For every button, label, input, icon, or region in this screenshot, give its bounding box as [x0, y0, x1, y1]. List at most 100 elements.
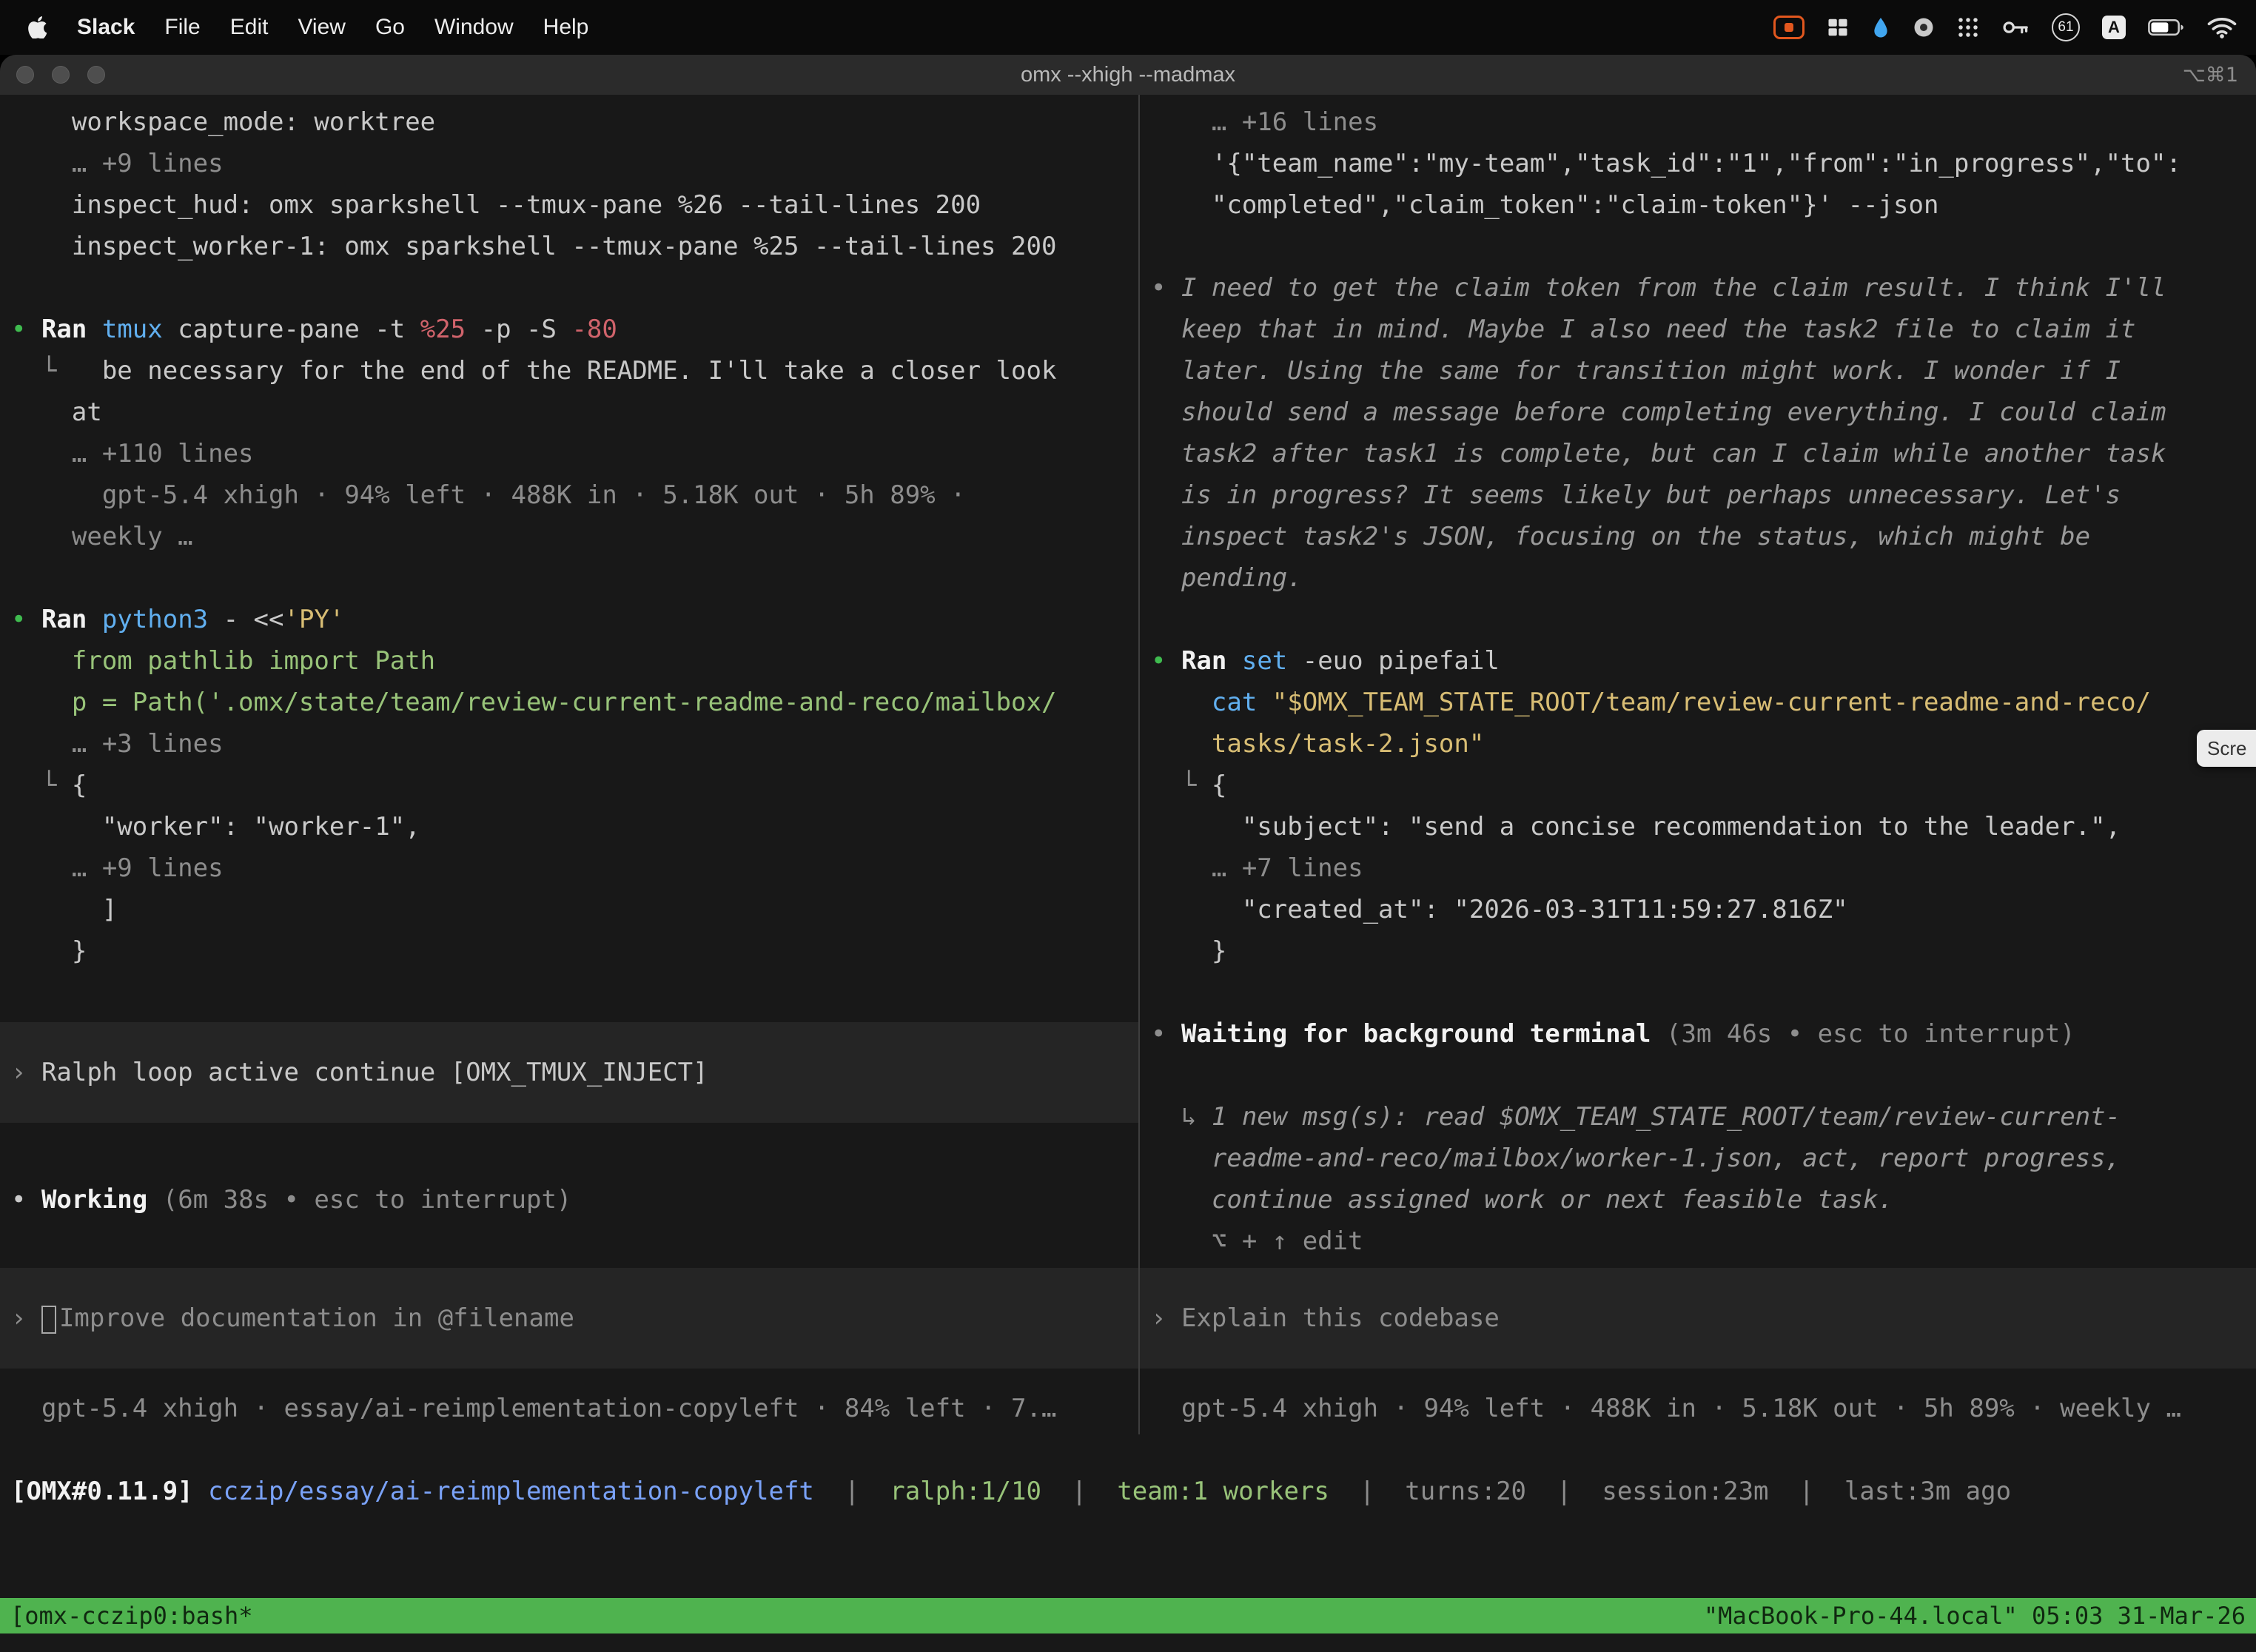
app-menu-slack[interactable]: Slack: [77, 15, 135, 40]
macos-menu-bar: Slack File Edit View Go Window Help: [0, 0, 2256, 55]
text-segment: pending.: [1181, 563, 1303, 593]
prompt-input[interactable]: › Improve documentation in @filename: [0, 1268, 1138, 1369]
text-segment: }: [72, 936, 87, 966]
menu-window[interactable]: Window: [434, 15, 514, 40]
text-segment: "completed","claim_token":"claim-token"}…: [1212, 190, 1939, 220]
screen-recording-indicator[interactable]: [1773, 16, 1805, 39]
blank-line: [0, 557, 1138, 599]
terminal-line: ↳ 1 new msg(s): read $OMX_TEAM_STATE_ROO…: [1140, 1096, 2256, 1138]
text-segment: •: [1151, 646, 1181, 676]
terminal-line: • Ran tmux capture-pane -t %25 -p -S -80: [0, 309, 1138, 350]
text-segment: •: [11, 605, 41, 634]
text-segment: python3: [102, 605, 208, 634]
blank-line: [1140, 599, 2256, 640]
menu-file[interactable]: File: [164, 15, 200, 40]
battery-icon[interactable]: [2148, 17, 2185, 38]
menu-help[interactable]: Help: [543, 15, 589, 40]
text-segment: p = Path('.omx/state/team/review-current…: [72, 688, 1057, 717]
text-segment: readme-and-reco/mailbox/worker-1.json, a…: [1212, 1144, 2121, 1173]
terminal-line: ⌥ + ↑ edit: [1140, 1220, 2256, 1262]
terminal-line: should send a message before completing …: [1140, 392, 2256, 433]
traffic-lights: [0, 66, 105, 84]
terminal-line: ]: [0, 889, 1138, 930]
terminal-line: └ {: [1140, 765, 2256, 806]
text-segment: Ran: [41, 605, 102, 634]
terminal-line: from pathlib import Path: [0, 640, 1138, 682]
text-segment: … +110 lines: [72, 439, 254, 469]
terminal-line: keep that in mind. Maybe I also need the…: [1140, 309, 2256, 350]
menu-edit[interactable]: Edit: [230, 15, 269, 40]
wifi-icon[interactable]: [2207, 16, 2237, 38]
screen-tooltip-text: Scre: [2207, 737, 2246, 760]
zoom-button[interactable]: [87, 66, 105, 84]
text-segment: ›: [1151, 1303, 1181, 1333]
menu-view[interactable]: View: [298, 15, 345, 40]
menubar-status-items: 61 A: [1773, 13, 2256, 41]
text-segment: later. Using the same for transition mig…: [1181, 356, 2121, 386]
text-segment: | turns:20 | session:23m | last:3m ago: [1329, 1477, 2011, 1506]
menu-go[interactable]: Go: [375, 15, 405, 40]
terminal-line: • Ran python3 - <<'PY': [0, 599, 1138, 640]
window-tiling-icon[interactable]: [1827, 16, 1849, 38]
text-segment: ]: [102, 895, 117, 924]
terminal-line: "worker": "worker-1",: [0, 806, 1138, 847]
tmux-host-clock: "MacBook-Pro-44.local" 05:03 31-Mar-26: [1704, 1598, 2246, 1633]
text-segment: gpt-5.4 xhigh · 94% left · 488K in · 5.1…: [1181, 1394, 2181, 1423]
droplet-icon[interactable]: [1871, 16, 1890, 39]
terminal-line: tasks/task-2.json": [1140, 723, 2256, 765]
text-segment: ralph:1/10: [890, 1477, 1041, 1506]
terminal-line: gpt-5.4 xhigh · 94% left · 488K in · 5.1…: [0, 474, 1138, 516]
battery-percent-badge[interactable]: 61: [2052, 13, 2080, 41]
terminal-line: • Ran set -euo pipefail: [1140, 640, 2256, 682]
key-icon[interactable]: [2001, 16, 2030, 38]
terminal-window: omx --xhigh --madmax ⌥⌘1 workspace_mode:…: [0, 55, 2256, 1652]
prompt-input[interactable]: › Explain this codebase: [1140, 1268, 2256, 1369]
text-segment: "$OMX_TEAM_STATE_ROOT/team/review-curren…: [1272, 688, 2151, 717]
terminal-line: '{"team_name":"my-team","task_id":"1","f…: [1140, 143, 2256, 184]
close-button[interactable]: [16, 66, 34, 84]
text-segment: Explain this codebase: [1181, 1303, 1500, 1333]
terminal-line: gpt-5.4 xhigh · essay/ai-reimplementatio…: [0, 1388, 1138, 1429]
text-segment: cczip/essay/ai-reimplementation-copyleft: [208, 1477, 814, 1506]
terminal-line: }: [0, 930, 1138, 972]
dots-grid-icon[interactable]: [1957, 16, 1979, 38]
text-segment: inspect task2's JSON, focusing on the st…: [1181, 522, 2090, 551]
text-segment: {: [72, 770, 87, 800]
queued-message: › Ralph loop active continue [OMX_TMUX_I…: [0, 1022, 1138, 1123]
terminal-line: … +9 lines: [0, 847, 1138, 889]
terminal-line: weekly …: [0, 516, 1138, 557]
text-segment: I need to get the claim token from the c…: [1181, 273, 2166, 303]
terminal-line: • Working (6m 38s • esc to interrupt): [0, 1179, 1138, 1220]
terminal-line: at: [0, 392, 1138, 433]
text-segment: ›: [11, 1303, 41, 1333]
apple-menu-icon[interactable]: [28, 16, 47, 38]
terminal-line: }: [1140, 930, 2256, 972]
omx-session-status-line: [OMX#0.11.9] cczip/essay/ai-reimplementa…: [0, 1471, 2256, 1512]
window-title: omx --xhigh --madmax: [0, 63, 2256, 87]
window-titlebar[interactable]: omx --xhigh --madmax ⌥⌘1: [0, 55, 2256, 95]
text-segment: … +16 lines: [1212, 107, 1378, 137]
text-segment: Ralph loop active continue [OMX_TMUX_INJ…: [41, 1058, 708, 1087]
terminal-line: inspect_hud: omx sparkshell --tmux-pane …: [0, 184, 1138, 226]
terminal-line: inspect_worker-1: omx sparkshell --tmux-…: [0, 226, 1138, 267]
text-segment: Working: [41, 1185, 163, 1215]
text-segment: '{"team_name":"my-team","task_id":"1","f…: [1212, 149, 2181, 178]
terminal-line: continue assigned work or next feasible …: [1140, 1179, 2256, 1220]
tmux-session-window: [omx-cczip0:bash*: [10, 1598, 253, 1633]
text-segment: •: [1151, 1019, 1181, 1049]
terminal-pane-left[interactable]: workspace_mode: worktree… +9 linesinspec…: [0, 95, 1140, 1434]
text-segment: "created_at": "2026-03-31T11:59:27.816Z": [1242, 895, 1848, 924]
terminal-pane-right[interactable]: … +16 lines '{"team_name":"my-team","task…: [1140, 95, 2256, 1434]
text-segment: Improve documentation in @filename: [59, 1303, 574, 1333]
text-segment: •: [11, 1185, 41, 1215]
input-source-icon[interactable]: A: [2102, 16, 2126, 39]
terminal-line: • I need to get the claim token from the…: [1140, 267, 2256, 309]
text-segment: 1 new msg(s): read $OMX_TEAM_STATE_ROOT/…: [1212, 1102, 2121, 1132]
terminal-line: • Waiting for background terminal (3m 46…: [1140, 1013, 2256, 1055]
text-segment: cat: [1212, 688, 1272, 717]
terminal-line: later. Using the same for transition mig…: [1140, 350, 2256, 392]
text-segment: should send a message before completing …: [1181, 397, 2166, 427]
circle-app-icon[interactable]: [1913, 16, 1935, 38]
minimize-button[interactable]: [52, 66, 70, 84]
terminal-line: … +3 lines: [0, 723, 1138, 765]
